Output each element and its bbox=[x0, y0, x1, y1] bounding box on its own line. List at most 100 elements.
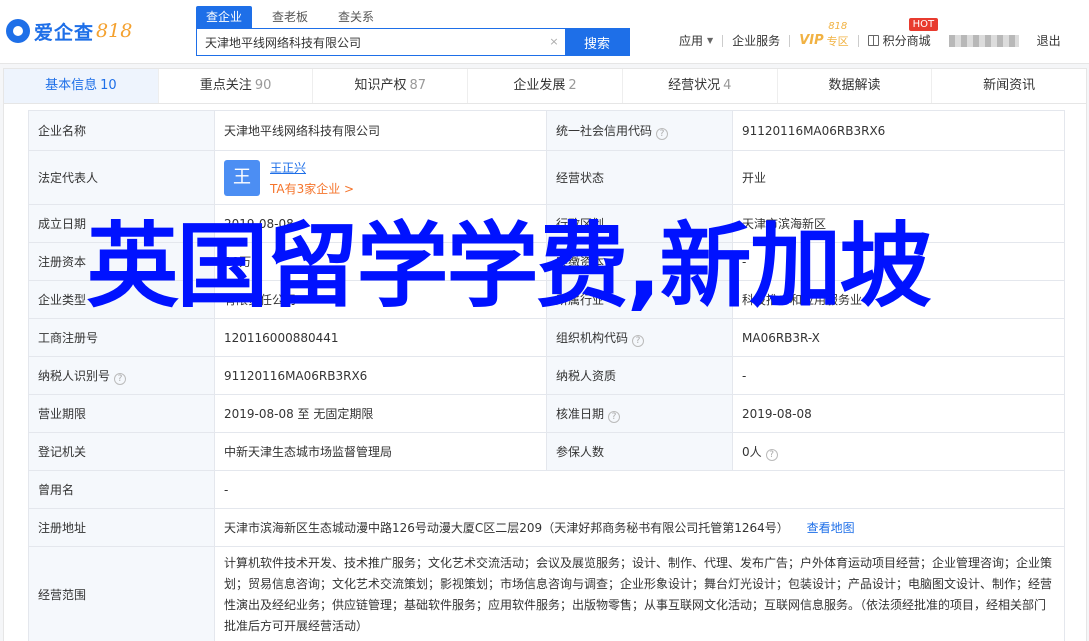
logout-link[interactable]: 退出 bbox=[1028, 32, 1070, 49]
table-row: 经营范围 计算机软件技术开发、技术推广服务；文化艺术交流活动；会议及展览服务；设… bbox=[28, 546, 1065, 641]
term-label: 营业期限 bbox=[28, 394, 215, 433]
org-code-value: MA06RB3R-X bbox=[732, 318, 1065, 357]
tab-news[interactable]: 新闻资讯 bbox=[932, 69, 1086, 103]
search-button[interactable]: 搜索 bbox=[565, 29, 629, 55]
nav-enterprise-service[interactable]: 企业服务 bbox=[723, 32, 789, 49]
tab-search-relation[interactable]: 查关系 bbox=[328, 6, 384, 28]
help-icon[interactable]: ? bbox=[632, 334, 645, 347]
basic-info-card: 企业名称 天津地平线网络科技有限公司 统一社会信用代码? 91120116MA0… bbox=[3, 104, 1087, 641]
table-row: 注册资本 20万 实缴资本 - bbox=[28, 242, 1065, 281]
tab-label: 新闻资讯 bbox=[983, 78, 1036, 93]
logo-number: 818 bbox=[96, 20, 133, 42]
approved-value: 2019-08-08 bbox=[732, 394, 1065, 433]
tab-key-focus[interactable]: 重点关注 90 bbox=[159, 69, 314, 103]
search-box: × 搜索 bbox=[196, 28, 630, 56]
tab-count: 4 bbox=[723, 78, 732, 93]
table-row: 登记机关 中新天津生态城市场监督管理局 参保人数 0人? bbox=[28, 432, 1065, 471]
address-label: 注册地址 bbox=[28, 508, 215, 547]
module-tabs: 基本信息 10 重点关注 90 知识产权 87 企业发展 2 经营状况 4 数据解读 新闻… bbox=[3, 68, 1087, 104]
table-row: 营业期限 2019-08-08 至 无固定期限 核准日期? 2019-08-08 bbox=[28, 394, 1065, 433]
address-text: 天津市滨海新区生态城动漫中路126号动漫大厦C区二层209（天津好邦商务秘书有限… bbox=[224, 521, 789, 535]
reg-no-label: 工商注册号 bbox=[28, 318, 215, 357]
table-row: 企业类型 有限责任公司 所属行业 科技推广和应用服务业 bbox=[28, 280, 1065, 319]
tab-label: 基本信息 bbox=[45, 78, 98, 93]
tax-id-value: 91120116MA06RB3RX6 bbox=[214, 356, 547, 395]
type-value: 有限责任公司 bbox=[214, 280, 547, 319]
table-row: 企业名称 天津地平线网络科技有限公司 统一社会信用代码? 91120116MA0… bbox=[28, 110, 1065, 151]
chevron-down-icon: ▼ bbox=[707, 36, 714, 45]
qualification-label: 纳税人资质 bbox=[546, 356, 733, 395]
company-name-label: 企业名称 bbox=[28, 110, 215, 151]
paid-capital-value: - bbox=[732, 242, 1065, 281]
clear-icon[interactable]: × bbox=[543, 29, 565, 55]
gift-icon bbox=[867, 35, 879, 46]
tab-count: 2 bbox=[568, 78, 577, 93]
nav-vip-zone[interactable]: 818 VIP 专区 bbox=[790, 21, 857, 49]
reg-no-value: 120116000880441 bbox=[214, 318, 547, 357]
former-name-value: - bbox=[214, 470, 1065, 509]
established-value: 2019-08-08 bbox=[214, 204, 547, 243]
industry-value: 科技推广和应用服务业 bbox=[732, 280, 1065, 319]
nav-apply[interactable]: 应用 ▼ bbox=[670, 32, 722, 49]
former-name-label: 曾用名 bbox=[28, 470, 215, 509]
credit-code-label: 统一社会信用代码? bbox=[546, 110, 733, 151]
user-name-blurred bbox=[948, 34, 1019, 47]
table-row: 纳税人识别号? 91120116MA06RB3RX6 纳税人资质 - bbox=[28, 356, 1065, 395]
top-nav: 应用 ▼ 企业服务 818 VIP 专区 积分商城 HOT 退出 bbox=[670, 18, 1070, 49]
tab-operations[interactable]: 经营状况 4 bbox=[623, 69, 778, 103]
capital-value: 20万 bbox=[214, 242, 547, 281]
search-tabs: 查企业 查老板 查关系 bbox=[196, 6, 394, 28]
company-name-value: 天津地平线网络科技有限公司 bbox=[214, 110, 547, 151]
tab-ip[interactable]: 知识产权 87 bbox=[313, 69, 469, 103]
logo-text: 爱企查 bbox=[34, 21, 95, 44]
status-label: 经营状态 bbox=[546, 150, 733, 205]
scope-label: 经营范围 bbox=[28, 546, 215, 641]
tab-label: 企业发展 bbox=[513, 78, 566, 93]
tab-count: 87 bbox=[409, 78, 427, 93]
logo-icon bbox=[6, 19, 30, 43]
logo[interactable]: 爱企查 818 bbox=[6, 16, 132, 46]
tab-count: 90 bbox=[254, 78, 272, 93]
approved-label: 核准日期? bbox=[546, 394, 733, 433]
table-row: 注册地址 天津市滨海新区生态城动漫中路126号动漫大厦C区二层209（天津好邦商… bbox=[28, 508, 1065, 547]
scope-value: 计算机软件技术开发、技术推广服务；文化艺术交流活动；会议及展览服务；设计、制作、… bbox=[214, 546, 1065, 641]
status-value: 开业 bbox=[732, 150, 1065, 205]
authority-value: 中新天津生态城市场监督管理局 bbox=[214, 432, 547, 471]
hot-badge: HOT bbox=[908, 18, 939, 31]
capital-label: 注册资本 bbox=[28, 242, 215, 281]
top-header: 爱企查 818 查企业 查老板 查关系 × 搜索 应用 ▼ 企业服务 818 V… bbox=[0, 0, 1089, 64]
avatar[interactable]: 王 bbox=[224, 159, 260, 196]
tab-search-company[interactable]: 查企业 bbox=[196, 6, 253, 28]
tab-label: 知识产权 bbox=[354, 78, 407, 93]
tab-development[interactable]: 企业发展 2 bbox=[468, 69, 623, 103]
legal-rep-name-link[interactable]: 王正兴 bbox=[270, 159, 354, 176]
paid-capital-label: 实缴资本 bbox=[546, 242, 733, 281]
help-icon[interactable]: ? bbox=[656, 127, 669, 140]
term-value: 2019-08-08 至 无固定期限 bbox=[214, 394, 547, 433]
org-code-label: 组织机构代码? bbox=[546, 318, 733, 357]
user-name[interactable] bbox=[940, 34, 1028, 47]
tab-data-insight[interactable]: 数据解读 bbox=[778, 69, 933, 103]
tab-basic-info[interactable]: 基本信息 10 bbox=[4, 69, 159, 103]
legal-rep-companies-link[interactable]: TA有3家企业 > bbox=[270, 180, 354, 197]
table-row: 成立日期 2019-08-08 行政区划 天津市滨海新区 bbox=[28, 204, 1065, 243]
district-label: 行政区划 bbox=[546, 204, 733, 243]
points-mall-label: 积分商城 bbox=[882, 34, 931, 48]
search-input[interactable] bbox=[197, 29, 543, 55]
nav-points-mall[interactable]: 积分商城 HOT bbox=[859, 18, 940, 49]
established-label: 成立日期 bbox=[28, 204, 215, 243]
tab-search-boss[interactable]: 查老板 bbox=[262, 6, 318, 28]
credit-code-value: 91120116MA06RB3RX6 bbox=[732, 110, 1065, 151]
vip-label: VIP bbox=[799, 33, 824, 48]
tab-label: 重点关注 bbox=[199, 78, 252, 93]
authority-label: 登记机关 bbox=[28, 432, 215, 471]
view-map-link[interactable]: 查看地图 bbox=[807, 521, 855, 535]
help-icon[interactable]: ? bbox=[608, 410, 621, 423]
industry-label: 所属行业 bbox=[546, 280, 733, 319]
legal-rep-value: 王 王正兴 TA有3家企业 > bbox=[214, 150, 547, 205]
insured-value: 0人? bbox=[732, 432, 1065, 471]
help-icon[interactable]: ? bbox=[765, 448, 778, 461]
type-label: 企业类型 bbox=[28, 280, 215, 319]
help-icon[interactable]: ? bbox=[114, 372, 127, 385]
tab-label: 经营状况 bbox=[668, 78, 721, 93]
